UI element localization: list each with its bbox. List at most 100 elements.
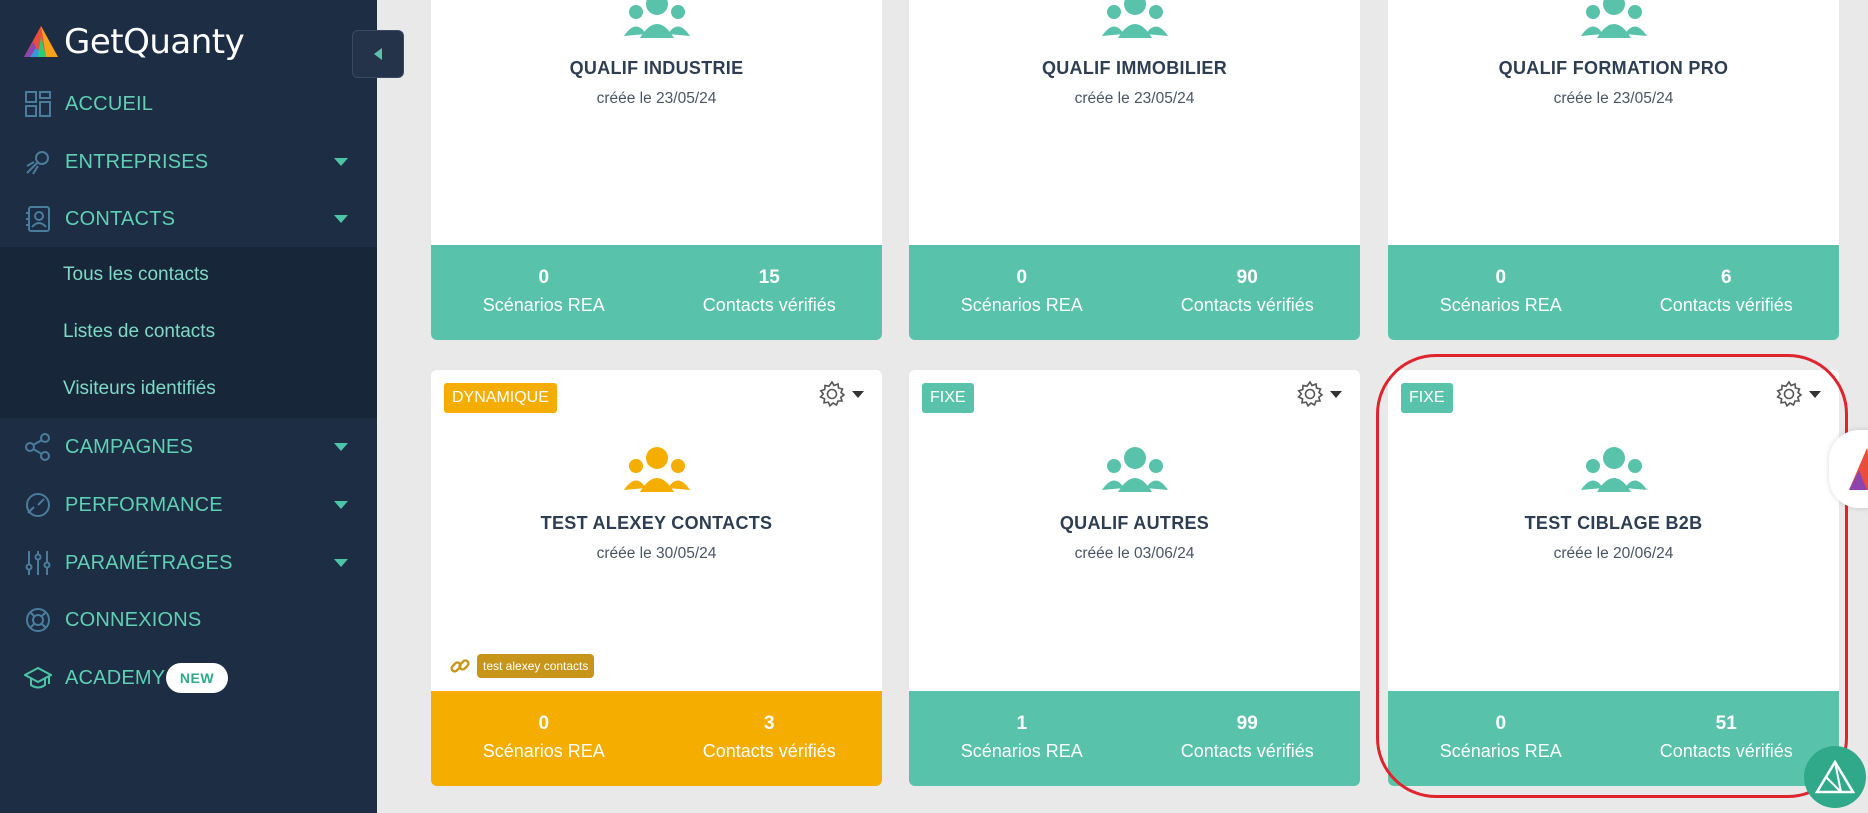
card-footer: 0 Scénarios REA 6 Contacts vérifiés — [1388, 245, 1839, 340]
card-settings-menu[interactable] — [1296, 380, 1342, 408]
list-type-badge: FIXE — [922, 383, 974, 413]
nav-label: ENTREPRISES — [65, 150, 209, 173]
nav-label: PARAMÉTRAGES — [65, 551, 233, 574]
users-group-icon — [1101, 447, 1168, 492]
contacts-count: 15 — [758, 267, 780, 288]
chevron-down-icon — [334, 215, 348, 223]
contacts-label: Contacts vérifiés — [702, 741, 836, 761]
scenarios-count: 1 — [1016, 713, 1028, 734]
card-settings-menu[interactable] — [1775, 380, 1821, 408]
contacts-stat: 3 Contacts vérifiés — [657, 691, 883, 786]
contacts-count: 3 — [763, 713, 775, 734]
chevron-left-icon — [374, 48, 382, 60]
scenarios-label: Scénarios REA — [482, 295, 605, 315]
contacts-count: 51 — [1715, 713, 1737, 734]
scenarios-stat: 0 Scénarios REA — [1388, 691, 1614, 786]
nav-label: CONNEXIONS — [65, 608, 202, 631]
nav-label: CONTACTS — [65, 207, 176, 230]
list-card-qualif-industrie[interactable]: QUALIF INDUSTRIE créée le 23/05/24 0 Scé… — [431, 0, 882, 340]
nav-item-contacts[interactable]: CONTACTS — [0, 191, 377, 247]
contacts-label: Contacts vérifiés — [1659, 741, 1793, 761]
scenarios-stat: 0 Scénarios REA — [431, 691, 657, 786]
brand-name: GetQuanty — [64, 22, 245, 62]
nav-item-parametrages[interactable]: PARAMÉTRAGES — [0, 535, 377, 591]
scenarios-count: 0 — [1495, 713, 1507, 734]
chevron-down-icon — [334, 443, 348, 451]
collapse-sidebar-button[interactable] — [352, 30, 404, 78]
card-title[interactable]: TEST CIBLAGE B2B — [1388, 513, 1839, 534]
card-date: créée le 23/05/24 — [596, 90, 717, 107]
scenarios-stat: 0 Scénarios REA — [1388, 245, 1614, 340]
sidebar: GetQuanty ACCUEIL ENTREPRISES CONTACTS T… — [0, 0, 377, 813]
dashboard-icon — [24, 90, 52, 118]
users-group-icon — [623, 447, 690, 492]
contacts-count: 99 — [1236, 713, 1258, 734]
submenu-item-tous-les-contacts[interactable]: Tous les contacts — [63, 264, 209, 286]
contacts-label: Contacts vérifiés — [1659, 295, 1793, 315]
new-badge: NEW — [166, 663, 228, 693]
contacts-stat: 90 Contacts vérifiés — [1135, 245, 1361, 340]
chevron-down-icon — [334, 158, 348, 166]
link-icon — [450, 659, 470, 673]
scenarios-stat: 0 Scénarios REA — [431, 245, 657, 340]
chat-launcher-button[interactable] — [1804, 746, 1866, 808]
scenarios-stat: 0 Scénarios REA — [909, 245, 1135, 340]
contacts-label: Contacts vérifiés — [1180, 741, 1314, 761]
list-type-badge: DYNAMIQUE — [444, 383, 557, 413]
scenarios-count: 0 — [1495, 267, 1507, 288]
list-card-test-alexey-contacts[interactable]: DYNAMIQUE TEST ALEXEY CONTACTS créée le … — [431, 370, 882, 786]
card-footer: 0 Scénarios REA 15 Contacts vérifiés — [431, 245, 882, 340]
caret-down-icon — [1330, 390, 1342, 398]
card-footer: 0 Scénarios REA 51 Contacts vérifiés — [1388, 691, 1839, 786]
card-title[interactable]: TEST ALEXEY CONTACTS — [431, 513, 882, 534]
gear-icon — [1297, 380, 1324, 408]
contacts-stat: 15 Contacts vérifiés — [657, 245, 883, 340]
contact-card-icon — [24, 205, 52, 233]
users-group-icon — [1101, 0, 1168, 38]
card-title[interactable]: QUALIF FORMATION PRO — [1388, 58, 1839, 79]
side-widget-tab[interactable] — [1829, 430, 1868, 508]
tag-label[interactable]: test alexey contacts — [477, 654, 595, 678]
card-title[interactable]: QUALIF IMMOBILIER — [909, 58, 1360, 79]
card-title[interactable]: QUALIF INDUSTRIE — [431, 58, 882, 79]
scenarios-label: Scénarios REA — [1439, 295, 1562, 315]
card-footer: 0 Scénarios REA 3 Contacts vérifiés — [431, 691, 882, 786]
card-footer: 0 Scénarios REA 90 Contacts vérifiés — [909, 245, 1360, 340]
nav-item-performance[interactable]: PERFORMANCE — [0, 477, 377, 533]
contacts-stat: 6 Contacts vérifiés — [1614, 245, 1840, 340]
list-card-qualif-immobilier[interactable]: QUALIF IMMOBILIER créée le 23/05/24 0 Sc… — [909, 0, 1360, 340]
rocket-icon — [24, 148, 52, 176]
gear-icon — [819, 380, 846, 408]
submenu-item-visiteurs-identifies[interactable]: Visiteurs identifiés — [63, 378, 216, 400]
card-date: créée le 30/05/24 — [596, 545, 717, 562]
nav-item-connexions[interactable]: CONNEXIONS — [0, 592, 377, 648]
nav-label: CAMPAGNES — [65, 435, 194, 458]
submenu-item-listes-de-contacts[interactable]: Listes de contacts — [63, 321, 215, 343]
scenarios-label: Scénarios REA — [960, 295, 1083, 315]
nav-item-entreprises[interactable]: ENTREPRISES — [0, 134, 377, 190]
list-card-qualif-autres[interactable]: FIXE QUALIF AUTRES créée le 03/06/24 1 S… — [909, 370, 1360, 786]
users-group-icon — [1580, 447, 1647, 492]
card-date: créée le 23/05/24 — [1553, 90, 1674, 107]
gear-icon — [1776, 380, 1803, 408]
card-footer: 1 Scénarios REA 99 Contacts vérifiés — [909, 691, 1360, 786]
card-settings-menu[interactable] — [818, 380, 864, 408]
scenarios-count: 0 — [1016, 267, 1028, 288]
contacts-count: 90 — [1236, 267, 1258, 288]
prism-logo-icon — [24, 26, 58, 57]
nav-item-campagnes[interactable]: CAMPAGNES — [0, 419, 377, 475]
prism-logo-icon — [1815, 760, 1855, 794]
list-card-qualif-formation-pro[interactable]: QUALIF FORMATION PRO créée le 23/05/24 0… — [1388, 0, 1839, 340]
chevron-down-icon — [334, 501, 348, 509]
brand-logo[interactable]: GetQuanty — [22, 22, 245, 62]
contacts-label: Contacts vérifiés — [702, 295, 836, 315]
card-title[interactable]: QUALIF AUTRES — [909, 513, 1360, 534]
nav-item-accueil[interactable]: ACCUEIL — [0, 76, 377, 132]
contacts-count: 6 — [1720, 267, 1732, 288]
contacts-label: Contacts vérifiés — [1180, 295, 1314, 315]
card-date: créée le 23/05/24 — [1074, 90, 1195, 107]
scenarios-count: 0 — [538, 713, 550, 734]
card-date: créée le 03/06/24 — [1074, 545, 1195, 562]
scenarios-count: 0 — [538, 267, 550, 288]
list-card-test-ciblage-b2b[interactable]: FIXE TEST CIBLAGE B2B créée le 20/06/24 … — [1388, 370, 1839, 786]
